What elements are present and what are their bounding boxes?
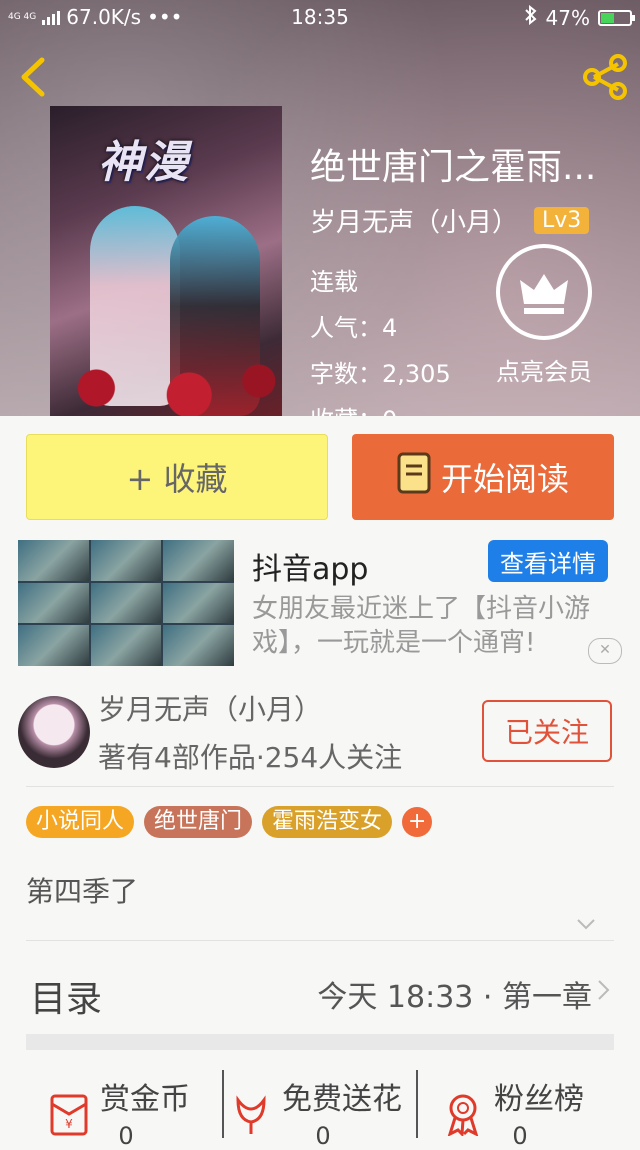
catalog-label: 目录 [30,979,103,1020]
tag-item[interactable]: 霍雨浩变女 [262,806,393,838]
ad-title: 抖音app [252,552,369,587]
book-popularity: 人气：4 [310,308,397,343]
battery-icon [598,9,635,26]
action-bar: ¥ 赏金币 0 免费送花 0 粉丝榜 0 [0,1066,640,1150]
book-author-line: 岁月无声（小月） Lv3 [310,202,590,239]
vip-label: 点亮会员 [496,358,592,386]
divider [26,940,614,941]
start-reading-label: 开始阅读 [440,460,569,498]
avatar[interactable] [18,696,90,768]
ad-close-icon[interactable]: ✕ [588,638,622,664]
vip-button[interactable]: 点亮会员 [492,244,596,387]
divider [26,786,614,787]
action-label: 粉丝榜 [494,1082,584,1117]
popularity-value: 4 [382,314,398,342]
action-count: 0 [512,1122,528,1150]
cover-logo: 神漫 [98,137,190,188]
chevron-right-icon [596,978,612,1002]
action-divider [416,1070,418,1138]
start-reading-button[interactable]: 开始阅读 [352,434,614,520]
collect-button[interactable]: + 收藏 [26,434,328,520]
book-intro: 第四季了 [26,875,139,908]
fan-ranking-button[interactable]: 粉丝榜 0 [440,1066,600,1150]
expand-chevron-icon[interactable] [576,914,596,934]
battery-percent: 47% [545,5,590,30]
book-collect-count: 收藏：0 [310,400,397,416]
ad-thumbnail[interactable] [18,540,234,666]
tag-item[interactable]: 小说同人 [26,806,135,838]
author-name[interactable]: 岁月无声（小月） [98,688,322,728]
bluetooth-icon [524,4,538,30]
ad-banner[interactable]: 抖音app 查看详情 女朋友最近迷上了【抖音小游戏】，一玩就是一个通宵! ✕ [0,530,640,676]
back-arrow-icon[interactable] [14,52,54,102]
followed-button[interactable]: 已关注 [482,700,612,762]
action-divider [222,1070,224,1138]
send-flower-button[interactable]: 免费送花 0 [228,1066,418,1150]
tag-item[interactable]: 绝世唐门 [144,806,253,838]
catalog-row[interactable]: 目录 今天 18:33 · 第一章 [0,944,640,1034]
level-badge: Lv3 [534,207,590,234]
book-word-count: 字数：2,305 [310,354,451,389]
status-bar: 4G 4G 67.0K/s ••• 18:35 47% [0,0,640,34]
action-count: 0 [315,1122,331,1150]
share-icon[interactable] [580,52,630,102]
section-separator [26,1034,614,1050]
words-value: 2,305 [382,360,451,388]
book-cover[interactable]: 神漫 [50,106,282,416]
book-title: 绝世唐门之霍雨... [310,147,597,188]
add-tag-button[interactable]: + [402,807,433,837]
tag-list: 小说同人 绝世唐门 霍雨浩变女 + [26,806,433,838]
collect-label: 收藏： [310,406,382,416]
cover-roses [50,346,282,416]
ad-description: 女朋友最近迷上了【抖音小游戏】，一玩就是一个通宵! [252,594,591,658]
crown-icon [496,244,592,340]
action-label: 赏金币 [100,1082,190,1117]
words-label: 字数： [310,360,382,388]
author-stats: 著有4部作品·254人关注 [98,741,403,774]
action-count: 0 [118,1122,134,1150]
ad-detail-button[interactable]: 查看详情 [488,540,608,582]
book-status: 连载 [310,268,358,296]
popularity-label: 人气： [310,314,382,342]
book-author[interactable]: 岁月无声（小月） [310,202,518,239]
author-card: 岁月无声（小月） 著有4部作品·254人关注 已关注 [0,684,640,784]
book-header-background: 4G 4G 67.0K/s ••• 18:35 47% 神漫 绝世唐门之霍雨..… [0,0,640,416]
latest-chapter: 今天 18:33 · 第一章 [317,980,592,1015]
collect-value: 0 [382,406,397,416]
action-label: 免费送花 [282,1082,402,1117]
book-icon [397,452,431,502]
reward-coins-button[interactable]: ¥ 赏金币 0 [46,1066,206,1150]
